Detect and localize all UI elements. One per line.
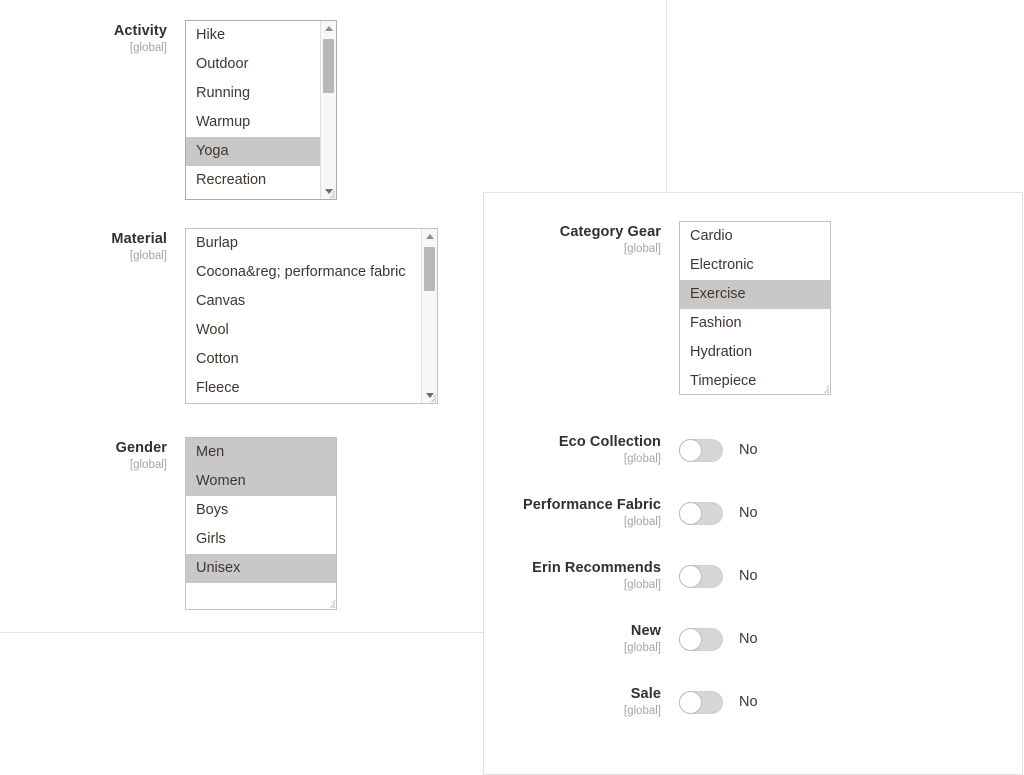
scrollbar-thumb[interactable]	[323, 39, 334, 93]
sale-toggle[interactable]	[679, 690, 723, 714]
field-new-label: New [global]	[519, 622, 679, 656]
field-erin-recommends: Erin Recommends [global] No	[519, 559, 758, 593]
erin-recommends-toggle[interactable]	[679, 564, 723, 588]
field-activity-label-scope: [global]	[129, 42, 167, 54]
new-toggle[interactable]	[679, 627, 723, 651]
resize-grip-icon[interactable]	[322, 595, 335, 608]
erin-recommends-state: No	[739, 567, 758, 584]
field-performance-fabric-label-text: Performance Fabric	[523, 497, 661, 513]
resize-grip-icon[interactable]	[423, 389, 436, 402]
field-eco-collection-label: Eco Collection [global]	[519, 433, 679, 467]
list-item[interactable]: Girls	[186, 525, 336, 554]
list-item[interactable]: Recreation	[186, 166, 336, 195]
list-item[interactable]: Exercise	[680, 280, 830, 309]
field-performance-fabric: Performance Fabric [global] No	[519, 496, 758, 530]
list-item[interactable]: Hike	[186, 21, 336, 50]
field-sale-label: Sale [global]	[519, 685, 679, 719]
scrollbar-thumb[interactable]	[424, 247, 435, 291]
field-material: Material [global] Burlap Cocona&reg; per…	[10, 228, 438, 404]
gender-multiselect[interactable]: Men Women Boys Girls Unisex	[185, 437, 337, 610]
list-item[interactable]: Cocona&reg; performance fabric	[186, 258, 437, 287]
field-erin-recommends-label: Erin Recommends [global]	[519, 559, 679, 593]
toggle-knob	[679, 627, 702, 651]
list-item[interactable]: Burlap	[186, 229, 437, 258]
material-multiselect[interactable]: Burlap Cocona&reg; performance fabric Ca…	[185, 228, 438, 404]
scroll-up-arrow-icon[interactable]	[422, 229, 437, 244]
list-item[interactable]: Timepiece	[680, 367, 830, 394]
field-material-label-scope: [global]	[129, 250, 167, 262]
list-item[interactable]: Women	[186, 467, 336, 496]
field-new-label-scope: [global]	[623, 642, 661, 654]
field-category-gear: Category Gear [global] Cardio Electronic…	[504, 221, 831, 395]
list-item[interactable]: Boys	[186, 496, 336, 525]
resize-grip-icon[interactable]	[816, 380, 829, 393]
field-eco-collection: Eco Collection [global] No	[519, 433, 758, 467]
toggle-knob	[679, 564, 702, 588]
field-sale-label-text: Sale	[630, 686, 661, 702]
performance-fabric-toggle[interactable]	[679, 501, 723, 525]
attributes-panel-right: Category Gear [global] Cardio Electronic…	[483, 192, 1023, 775]
field-category-gear-label-text: Category Gear	[559, 224, 661, 240]
field-eco-collection-label-text: Eco Collection	[558, 434, 661, 450]
sale-state: No	[739, 693, 758, 710]
field-material-label: Material [global]	[10, 228, 185, 264]
eco-collection-toggle[interactable]	[679, 438, 723, 462]
field-category-gear-label: Category Gear [global]	[504, 221, 679, 257]
field-performance-fabric-label-scope: [global]	[623, 516, 661, 528]
list-item[interactable]: Yoga	[186, 137, 336, 166]
list-item[interactable]: Fashion	[680, 309, 830, 338]
list-item[interactable]	[186, 583, 336, 609]
list-item[interactable]: Warmup	[186, 108, 336, 137]
list-item[interactable]: Running	[186, 79, 336, 108]
field-performance-fabric-label: Performance Fabric [global]	[519, 496, 679, 530]
field-material-label-text: Material	[111, 231, 167, 247]
activity-scrollbar[interactable]	[320, 21, 336, 199]
list-item[interactable]: Outdoor	[186, 50, 336, 79]
material-scrollbar[interactable]	[421, 229, 437, 403]
field-erin-recommends-label-scope: [global]	[623, 579, 661, 591]
field-activity-label: Activity [global]	[10, 20, 185, 56]
list-item[interactable]: Fleece	[186, 374, 437, 403]
list-item[interactable]: Wool	[186, 316, 437, 345]
field-gender-label-text: Gender	[115, 440, 167, 456]
eco-collection-state: No	[739, 441, 758, 458]
list-item[interactable]: Cardio	[680, 222, 830, 251]
new-state: No	[739, 630, 758, 647]
field-sale-label-scope: [global]	[623, 705, 661, 717]
field-gender: Gender [global] Men Women Boys Girls Uni…	[10, 437, 337, 610]
toggle-knob	[679, 501, 702, 525]
category-gear-multiselect[interactable]: Cardio Electronic Exercise Fashion Hydra…	[679, 221, 831, 395]
list-item[interactable]: Hydration	[680, 338, 830, 367]
field-eco-collection-label-scope: [global]	[623, 453, 661, 465]
resize-grip-icon[interactable]	[322, 185, 335, 198]
list-item[interactable]: Cotton	[186, 345, 437, 374]
performance-fabric-state: No	[739, 504, 758, 521]
list-item[interactable]: Unisex	[186, 554, 336, 583]
list-item[interactable]: Men	[186, 438, 336, 467]
list-item[interactable]: Canvas	[186, 287, 437, 316]
field-gender-label: Gender [global]	[10, 437, 185, 473]
scroll-up-arrow-icon[interactable]	[321, 21, 336, 36]
field-new-label-text: New	[630, 623, 661, 639]
activity-multiselect[interactable]: Hike Outdoor Running Warmup Yoga Recreat…	[185, 20, 337, 200]
toggle-knob	[679, 438, 702, 462]
toggle-knob	[679, 690, 702, 714]
field-new: New [global] No	[519, 622, 758, 656]
field-activity: Activity [global] Hike Outdoor Running W…	[10, 20, 337, 200]
field-gender-label-scope: [global]	[129, 459, 167, 471]
field-activity-label-text: Activity	[113, 23, 167, 39]
field-sale: Sale [global] No	[519, 685, 758, 719]
list-item[interactable]: Electronic	[680, 251, 830, 280]
field-erin-recommends-label-text: Erin Recommends	[532, 560, 661, 576]
field-category-gear-label-scope: [global]	[623, 243, 661, 255]
